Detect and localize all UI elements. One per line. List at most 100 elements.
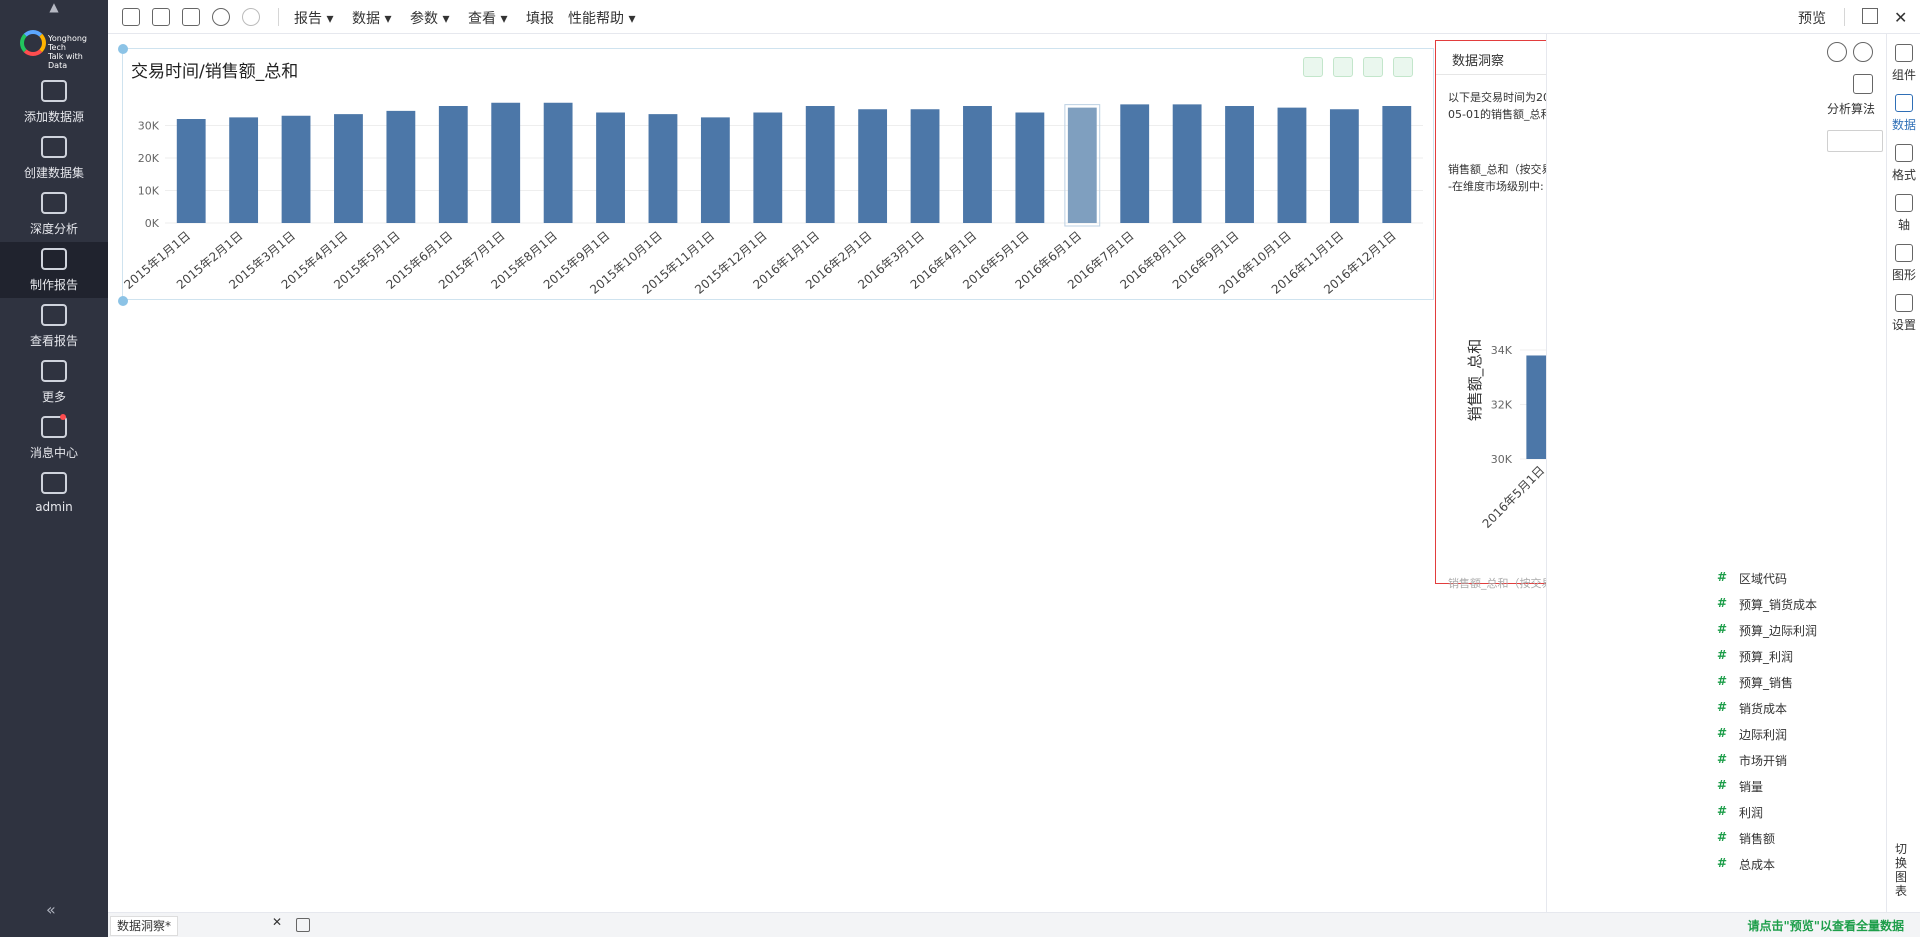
fill-button[interactable]: 填报 xyxy=(526,8,554,28)
redo-icon[interactable] xyxy=(242,8,260,26)
report-tab[interactable]: 数据洞察* xyxy=(110,916,179,936)
field-item[interactable]: # 总成本 xyxy=(1717,856,1887,876)
y-tick-label: 32K xyxy=(1491,399,1513,412)
field-item[interactable]: # 预算_利润 xyxy=(1717,648,1887,668)
filter-icon[interactable] xyxy=(1333,57,1353,77)
switch-chart-button[interactable]: 切换图表 xyxy=(1895,842,1913,898)
tab-label: 数据洞察* xyxy=(117,919,172,933)
measure-icon: # xyxy=(1717,726,1728,740)
bar xyxy=(438,106,468,223)
chevron-up-icon[interactable]: ▲ xyxy=(0,0,108,14)
toolbar-separator xyxy=(1844,8,1845,26)
field-item[interactable]: # 利润 xyxy=(1717,804,1887,824)
save-icon[interactable] xyxy=(152,8,170,26)
link-icon[interactable] xyxy=(1853,42,1873,62)
nav-label: 查看报告 xyxy=(29,334,78,348)
field-name: 总成本 xyxy=(1739,858,1776,872)
bar xyxy=(1277,107,1307,223)
menu-view[interactable]: 查看 ▾ xyxy=(468,8,507,28)
y-tick-label: 10K xyxy=(138,185,160,198)
resize-handle[interactable] xyxy=(118,296,128,306)
bar xyxy=(596,112,625,223)
bar xyxy=(1382,106,1412,223)
right-tool-strip: 组件 数据 格式 轴 图形 设置 切换图表 xyxy=(1886,34,1920,912)
nav-label: admin xyxy=(35,500,73,514)
nav-label: 消息中心 xyxy=(29,446,78,460)
preview-button[interactable]: 预览 xyxy=(1798,8,1826,28)
tab-graph[interactable]: 图形 xyxy=(1887,240,1920,290)
analysis-algorithm-label[interactable]: 分析算法 xyxy=(1827,100,1875,117)
report-icon xyxy=(41,248,67,270)
menu-icon xyxy=(41,360,67,382)
bar-chart-component[interactable]: 交易时间/销售额_总和 0K 10K 20K 30K 2015年1月1日 2015年2月1… xyxy=(118,44,1434,306)
tab-format[interactable]: 格式 xyxy=(1887,140,1920,190)
field-item[interactable]: # 预算_销货成本 xyxy=(1717,596,1887,616)
field-item[interactable]: # 预算_边际利润 xyxy=(1717,622,1887,642)
bar xyxy=(648,114,678,223)
copy-icon[interactable] xyxy=(296,918,310,932)
collapse-icon[interactable]: « xyxy=(46,900,56,919)
nav-view-report[interactable]: 查看报告 xyxy=(0,298,108,354)
save-as-icon[interactable] xyxy=(182,8,200,26)
tab-settings[interactable]: 设置 xyxy=(1887,290,1920,340)
expand-icon[interactable] xyxy=(1303,57,1323,77)
menu-label: 参数 xyxy=(410,11,438,27)
nav-add-datasource[interactable]: 添加数据源 xyxy=(0,74,108,130)
bar xyxy=(176,119,206,223)
y-tick-label: 20K xyxy=(138,152,160,165)
nav-user[interactable]: admin xyxy=(0,466,108,522)
logo-mark-icon xyxy=(20,30,46,56)
field-item[interactable]: # 预算_销售 xyxy=(1717,674,1887,694)
menu-report[interactable]: 报告 ▾ xyxy=(294,8,333,28)
undo-icon[interactable] xyxy=(212,8,230,26)
tab-component[interactable]: 组件 xyxy=(1887,40,1920,90)
nav-label: 制作报告 xyxy=(29,278,78,292)
menu-params[interactable]: 参数 ▾ xyxy=(410,8,449,28)
nav-deep-analysis[interactable]: 深度分析 xyxy=(0,186,108,242)
refresh-icon[interactable] xyxy=(1827,42,1847,62)
strip-label: 轴 xyxy=(1897,218,1910,232)
nav-message-center[interactable]: 消息中心 xyxy=(0,410,108,466)
chart-title: 交易时间/销售额_总和 xyxy=(131,62,299,82)
bar xyxy=(1120,104,1150,223)
field-name: 预算_销货成本 xyxy=(1739,598,1818,612)
view-report-icon xyxy=(41,304,67,326)
field-item[interactable]: # 销量 xyxy=(1717,778,1887,798)
field-name: 销货成本 xyxy=(1739,702,1788,716)
data-icon xyxy=(1895,94,1913,112)
export-icon[interactable] xyxy=(1363,57,1383,77)
close-icon[interactable]: ✕ xyxy=(1894,8,1907,27)
measure-icon: # xyxy=(1717,648,1728,662)
field-name: 边际利润 xyxy=(1739,728,1788,742)
nav-make-report[interactable]: 制作报告 xyxy=(0,242,108,298)
menu-data[interactable]: 数据 ▾ xyxy=(352,8,391,28)
y-tick-label: 30K xyxy=(138,120,160,133)
app-root: ▲ Yonghong Tech Talk with Data 添加数据源 创建数… xyxy=(0,0,1920,937)
bar xyxy=(753,112,783,223)
analysis-input[interactable] xyxy=(1827,130,1883,152)
field-item[interactable]: # 销货成本 xyxy=(1717,700,1887,720)
tab-axis[interactable]: 轴 xyxy=(1887,190,1920,240)
strip-label: 设置 xyxy=(1891,318,1916,332)
new-icon[interactable] xyxy=(122,8,140,26)
nav-more[interactable]: 更多 xyxy=(0,354,108,410)
edit-icon[interactable] xyxy=(1853,74,1873,94)
fullscreen-icon[interactable] xyxy=(1862,8,1878,24)
field-item[interactable]: # 市场开销 xyxy=(1717,752,1887,772)
nav-create-dataset[interactable]: 创建数据集 xyxy=(0,130,108,186)
field-item[interactable]: # 销售额 xyxy=(1717,830,1887,850)
zoom-icon[interactable] xyxy=(1393,57,1413,77)
menu-performance-help[interactable]: 性能帮助 ▾ xyxy=(568,8,635,28)
field-item[interactable]: # 边际利润 xyxy=(1717,726,1887,746)
measure-icon: # xyxy=(1717,700,1728,714)
field-name: 销售额 xyxy=(1739,832,1776,846)
bar-chart-svg: 0K10K20K30K2015年1月1日2015年2月1日2015年3月1日20… xyxy=(123,102,1423,297)
close-icon[interactable]: ✕ xyxy=(272,915,282,929)
measure-icon: # xyxy=(1717,570,1728,584)
field-item[interactable]: # 区域代码 xyxy=(1717,570,1887,590)
bar xyxy=(858,109,888,223)
tab-data[interactable]: 数据 xyxy=(1887,90,1920,140)
bar xyxy=(1172,104,1202,223)
bar xyxy=(386,110,416,223)
resize-handle[interactable] xyxy=(118,44,128,54)
